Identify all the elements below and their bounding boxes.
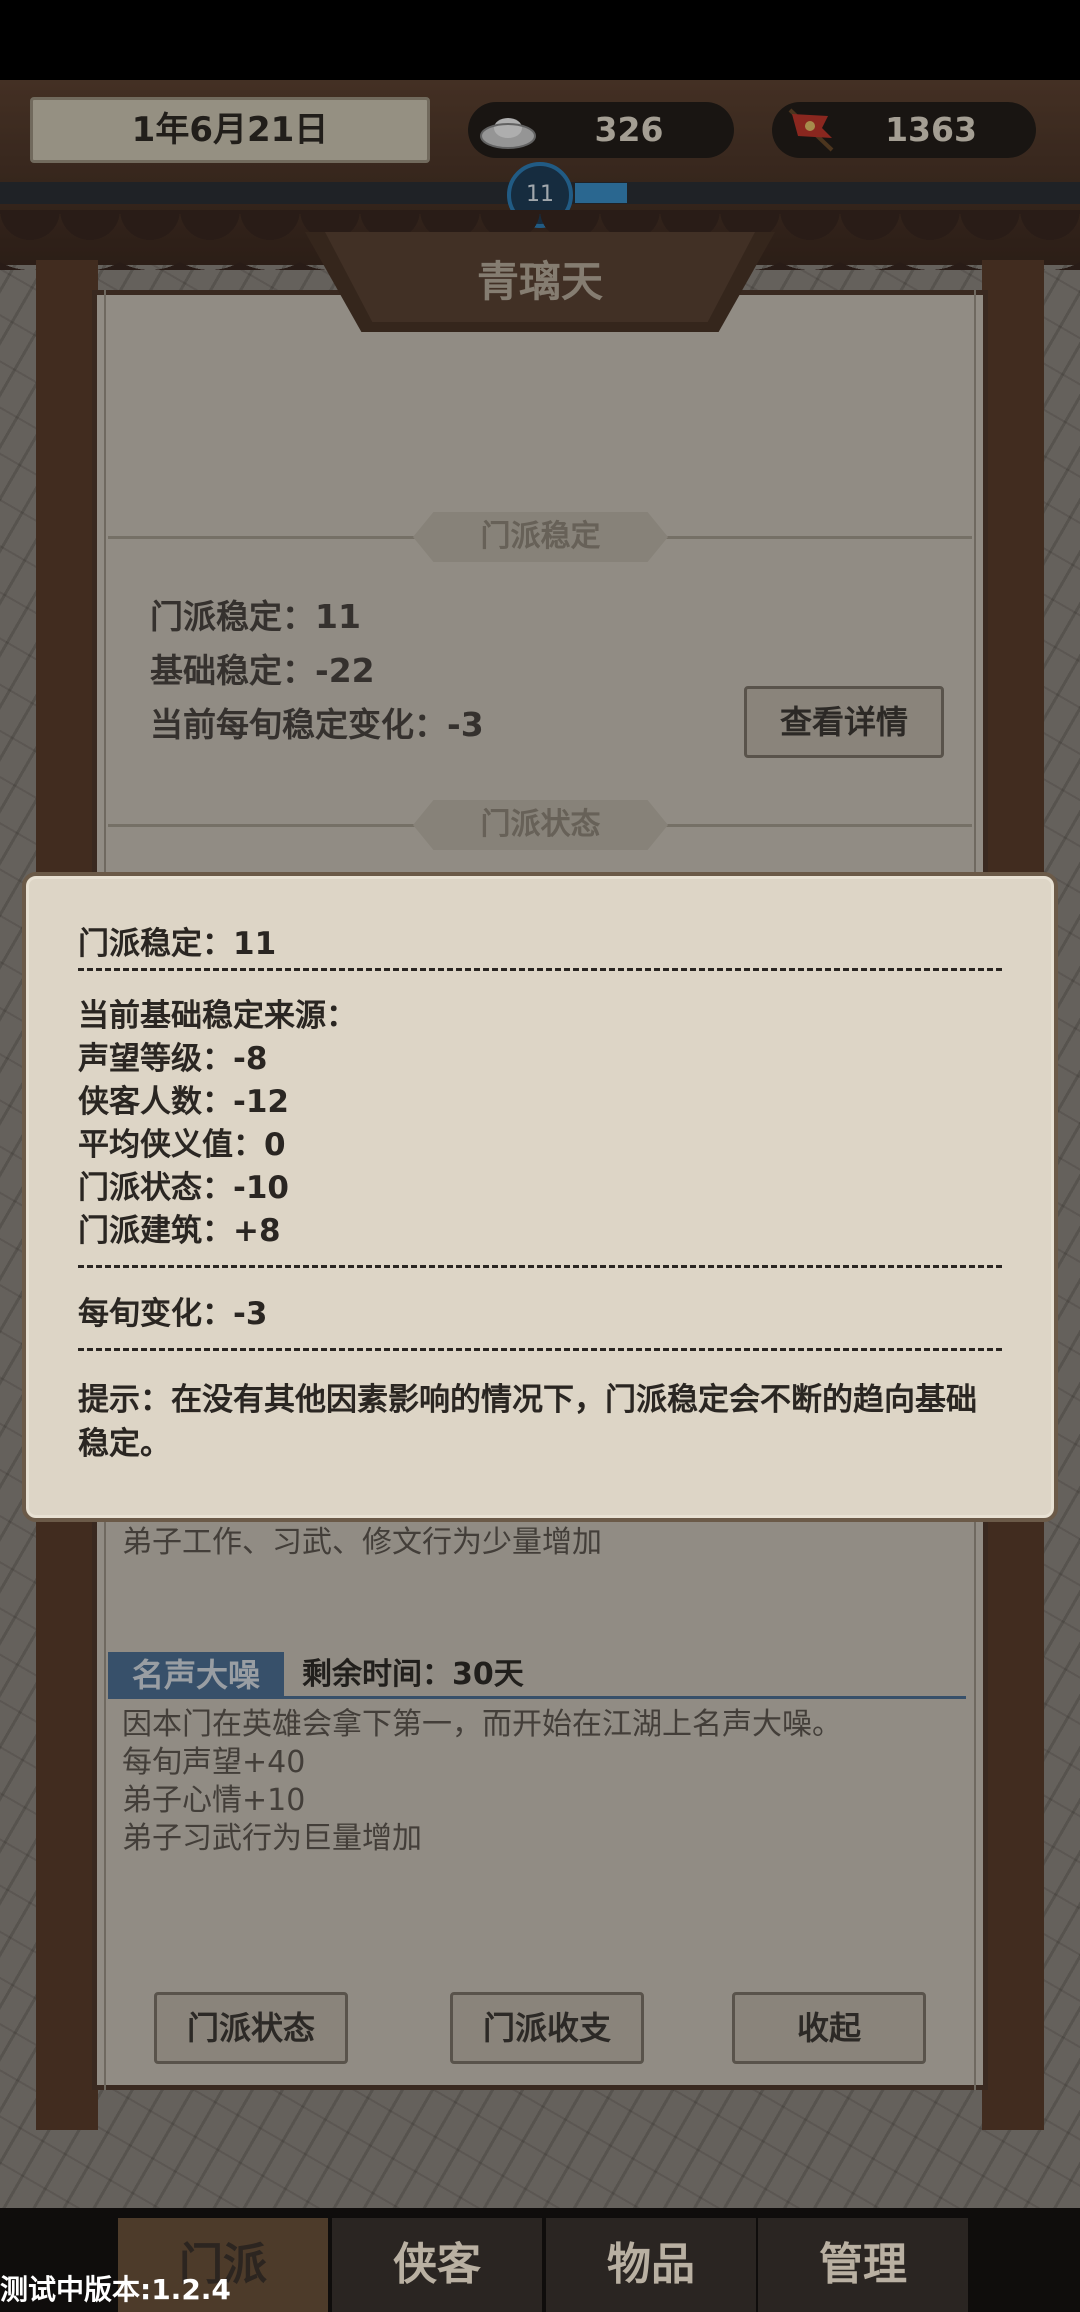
tab-items[interactable]: 物品 bbox=[546, 2218, 756, 2312]
tooltip-source-item: 门派建筑：+8 bbox=[78, 1213, 281, 1249]
tooltip-source-item: 门派状态：-10 bbox=[78, 1170, 290, 1206]
tab-heroes[interactable]: 侠客 bbox=[332, 2218, 542, 2312]
tooltip-divider bbox=[78, 968, 1002, 971]
tooltip-source-item: 侠客人数：-12 bbox=[78, 1084, 290, 1120]
status-bar-area bbox=[0, 0, 1080, 80]
tooltip-hint: 提示：在没有其他因素影响的情况下，门派稳定会不断的趋向基础稳定。 bbox=[78, 1382, 977, 1462]
tooltip-source-item: 平均侠义值：0 bbox=[78, 1127, 286, 1163]
tooltip-title: 门派稳定：11 bbox=[78, 926, 277, 962]
tooltip-divider bbox=[78, 1265, 1002, 1268]
tooltip-source-item: 声望等级：-8 bbox=[78, 1041, 268, 1077]
version-label: 测试中版本:1.2.4 bbox=[0, 2273, 231, 2306]
tooltip-change: 每旬变化：-3 bbox=[78, 1296, 268, 1332]
tooltip-divider bbox=[78, 1348, 1002, 1351]
tooltip-source-heading: 当前基础稳定来源： bbox=[78, 998, 357, 1034]
tab-manage[interactable]: 管理 bbox=[758, 2218, 968, 2312]
